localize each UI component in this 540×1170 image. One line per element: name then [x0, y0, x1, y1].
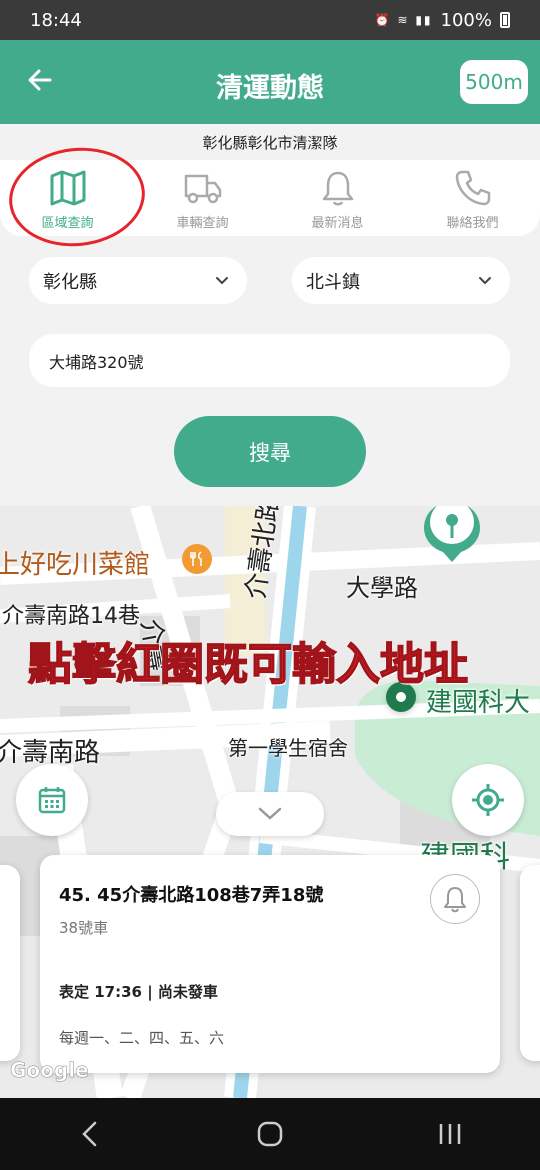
tab-latest-news-label: 最新消息 — [311, 216, 364, 231]
tab-latest-news[interactable]: 最新消息 — [270, 160, 405, 236]
phone-icon — [455, 170, 490, 206]
system-recents-button[interactable] — [420, 1114, 480, 1154]
truck-icon — [184, 174, 221, 204]
address-input[interactable] — [29, 334, 510, 387]
utensils-icon — [190, 551, 202, 566]
stop-name: 45. 45介壽北路108巷7弄18號 — [59, 885, 324, 906]
recents-icon — [439, 1124, 461, 1144]
tab-contact-us[interactable]: 聯絡我們 — [405, 160, 540, 236]
chevron-down-icon — [479, 276, 491, 284]
map-label-daxue-road: 大學路 — [346, 574, 418, 602]
location-pin-icon[interactable] — [421, 506, 483, 568]
service-days: 每週一、二、四、五、六 — [59, 1029, 225, 1047]
page-title: 清運動態 — [216, 73, 324, 104]
previous-stop-card[interactable] — [0, 865, 20, 1061]
locate-me-button[interactable] — [452, 764, 524, 836]
tab-area-search-label: 區域查詢 — [41, 216, 94, 231]
calendar-button[interactable] — [16, 764, 88, 836]
notify-button[interactable] — [430, 874, 480, 924]
county-select[interactable]: 彰化縣 — [29, 257, 247, 304]
system-back-button[interactable] — [60, 1114, 120, 1154]
town-select[interactable]: 北斗鎮 — [292, 257, 510, 304]
bell-icon — [322, 171, 353, 206]
collapse-button[interactable] — [216, 792, 324, 836]
map-label-restaurant: 上好吃川菜館 — [0, 550, 151, 580]
distance-button[interactable]: 500m — [460, 60, 528, 104]
bell-icon — [444, 887, 466, 913]
status-time: 18:44 — [30, 9, 82, 31]
tab-vehicle-search-label: 車輛查詢 — [176, 216, 229, 231]
stop-card[interactable]: 45. 45介壽北路108巷7弄18號 38號車 表定 17:36 | 尚未發車… — [40, 855, 500, 1073]
county-select-value: 彰化縣 — [43, 271, 97, 293]
app-header: 清運動態 500m — [0, 40, 540, 124]
next-stop-card[interactable] — [520, 865, 540, 1061]
tab-area-search[interactable]: 區域查詢 — [0, 160, 135, 236]
chevron-down-icon — [216, 276, 228, 284]
back-chevron-icon — [82, 1121, 97, 1147]
home-icon — [257, 1121, 283, 1147]
feature-tabs: 區域查詢 車輛查詢 最新消息 聯絡我們 — [0, 160, 540, 236]
battery-icon — [500, 12, 510, 28]
calendar-icon — [38, 787, 66, 814]
battery-percent: 100% — [440, 9, 492, 31]
crosshair-icon — [472, 784, 504, 816]
tab-vehicle-search[interactable]: 車輛查詢 — [135, 160, 270, 236]
search-button[interactable]: 搜尋 — [174, 416, 366, 487]
schedule-status: 表定 17:36 | 尚未發車 — [59, 983, 218, 1001]
map-label-lane14: 介壽南路14巷 — [2, 604, 140, 629]
department-label: 彰化縣彰化市清潔隊 — [202, 134, 338, 152]
marker-dot — [396, 692, 406, 702]
chevron-down-icon — [258, 807, 282, 820]
map-label-dorm: 第一學生宿舍 — [228, 736, 348, 760]
annotation-instruction: 點擊紅圈既可輸入地址 — [27, 638, 469, 691]
map-icon — [50, 170, 85, 206]
alarm-wifi-signal-icons: ⏰ ≋ ▮▮ — [374, 13, 433, 27]
system-navigation-bar — [0, 1098, 540, 1170]
restaurant-marker[interactable] — [182, 544, 212, 574]
system-home-button[interactable] — [240, 1114, 300, 1154]
vehicle-number: 38號車 — [59, 919, 109, 937]
status-bar: 18:44 ⏰ ≋ ▮▮ 100% — [0, 0, 540, 40]
tab-contact-us-label: 聯絡我們 — [446, 216, 499, 231]
google-attribution: Google — [10, 1058, 89, 1083]
town-select-value: 北斗鎮 — [306, 271, 360, 293]
